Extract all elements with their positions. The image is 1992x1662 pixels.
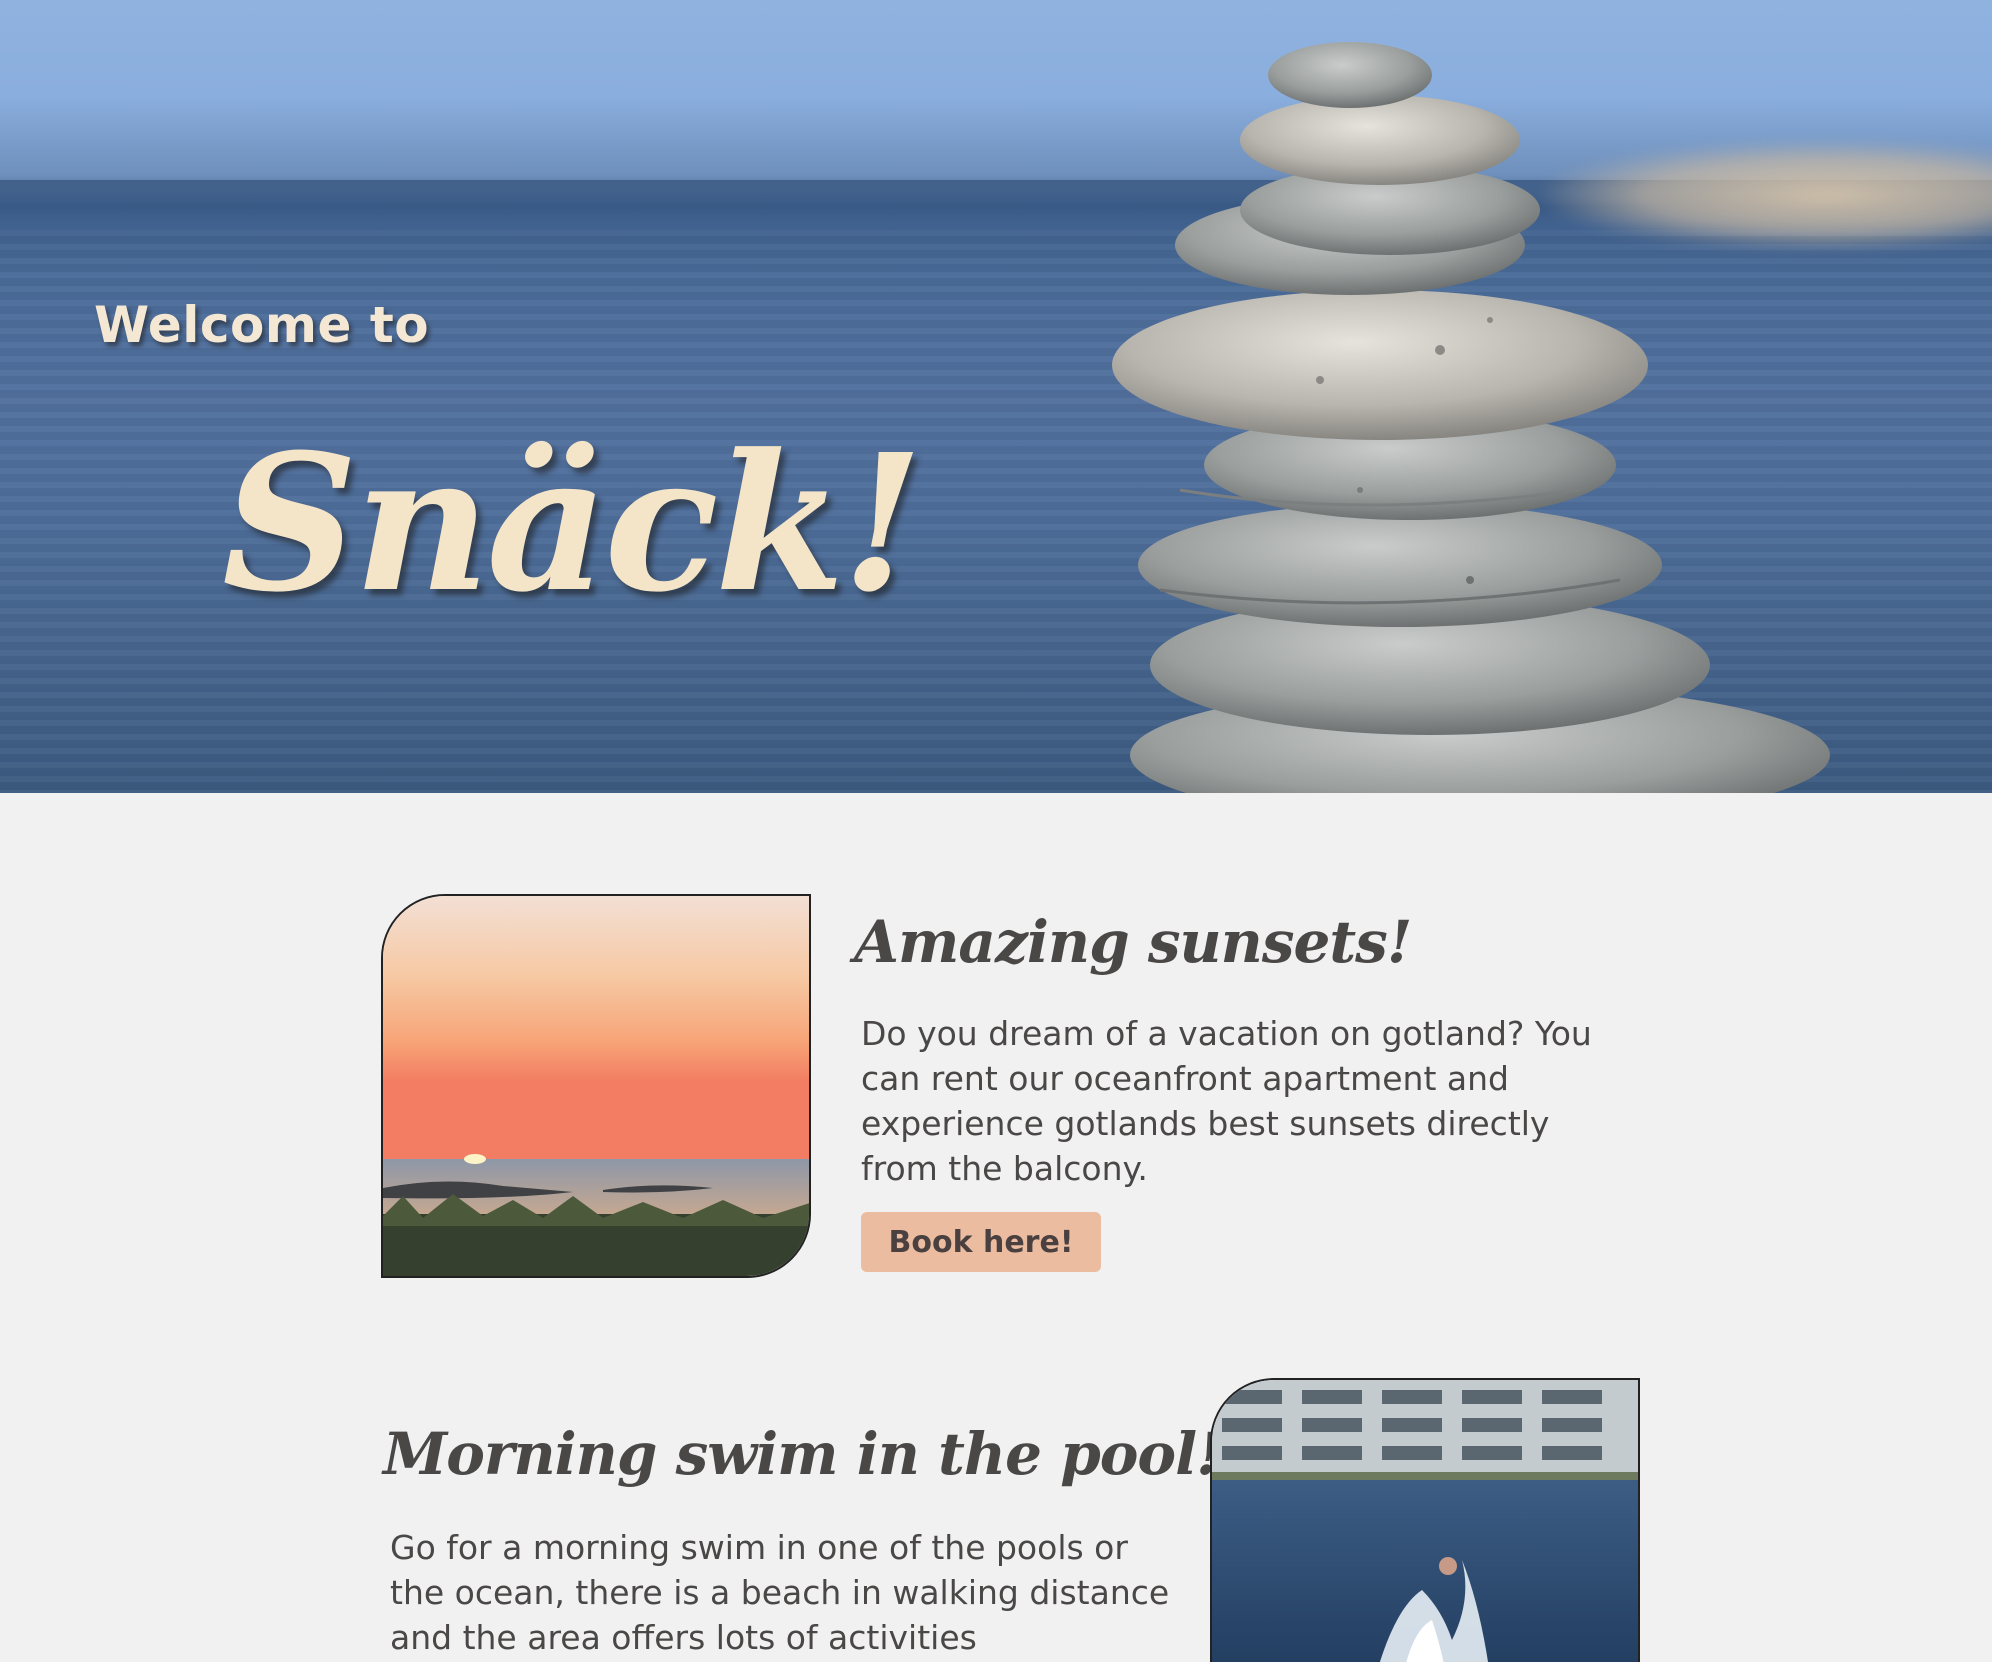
feature-text-sunsets: Do you dream of a vacation on gotland? Y… xyxy=(861,1014,1592,1188)
pool-photo xyxy=(1210,1378,1640,1662)
feature-title-sunsets: Amazing sunsets! xyxy=(854,908,1412,976)
stone-cairn-image xyxy=(1112,42,1830,793)
feature-text-pool: Go for a morning swim in one of the pool… xyxy=(390,1528,1170,1657)
feature-title-pool: Morning swim in the pool! xyxy=(383,1420,1222,1488)
hero-banner: Welcome to Snäck! xyxy=(0,0,1992,793)
sunset-image xyxy=(383,896,809,1276)
sunset-photo xyxy=(381,894,811,1278)
welcome-heading: Welcome to xyxy=(94,296,430,354)
brand-title: Snäck! xyxy=(222,413,924,634)
pool-image xyxy=(1212,1380,1638,1662)
book-here-button[interactable]: Book here! xyxy=(861,1212,1101,1272)
